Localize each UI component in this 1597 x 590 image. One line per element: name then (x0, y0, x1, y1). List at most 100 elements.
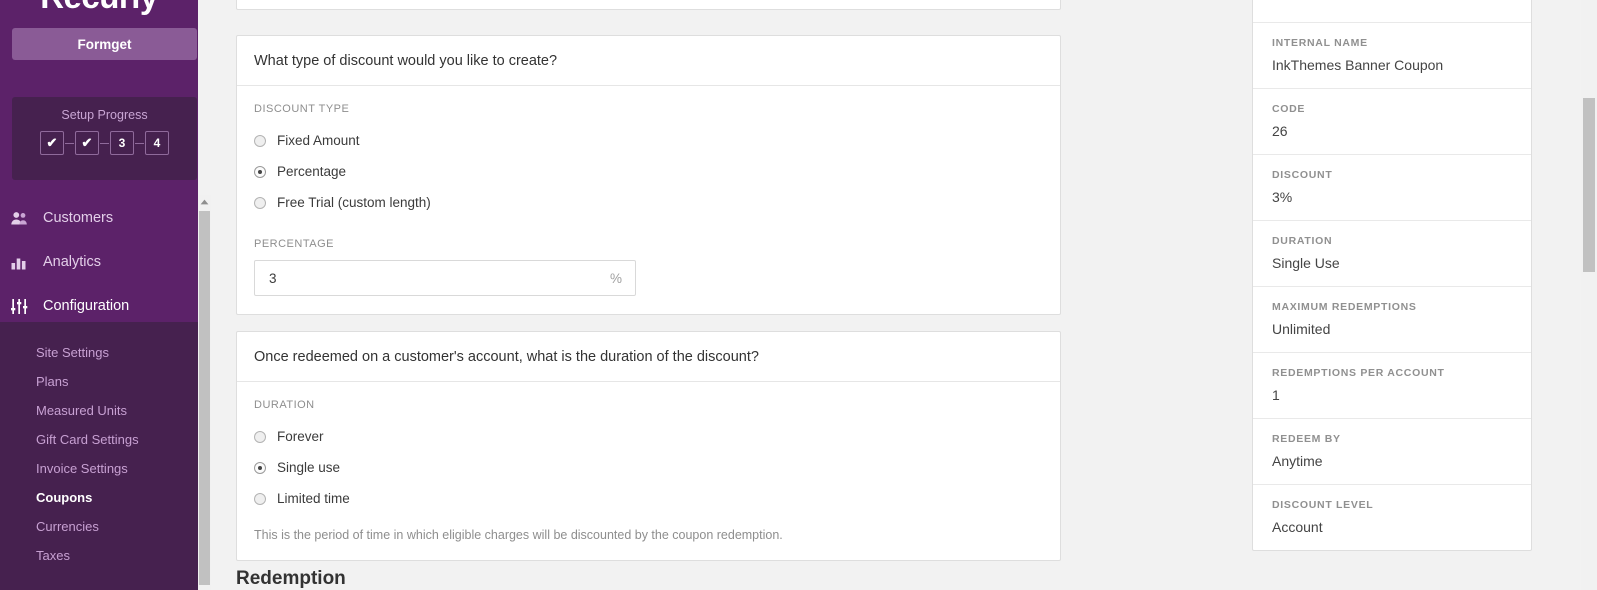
summary-value: Unlimited (1272, 321, 1331, 337)
radio-label: Percentage (277, 164, 347, 179)
percentage-input-wrapper[interactable]: % (254, 260, 636, 296)
radio-label: Single use (277, 460, 341, 475)
page-scrollbar[interactable] (1581, 0, 1597, 590)
summary-row-code: CODE 26 (1253, 89, 1531, 155)
page-scrollbar-thumb[interactable] (1583, 98, 1595, 272)
step-connector (135, 142, 144, 144)
summary-row-internal-name: INTERNAL NAME InkThemes Banner Coupon (1253, 23, 1531, 89)
sidebar-subitem-site-settings[interactable]: Site Settings (0, 338, 198, 367)
duration-help-text: This is the period of time in which elig… (254, 528, 783, 542)
sidebar-scrollbar-thumb[interactable] (199, 211, 210, 585)
redemption-section-heading: Redemption (236, 568, 346, 589)
main-content: What type of discount would you like to … (211, 0, 1240, 590)
summary-value: 3% (1272, 189, 1293, 205)
summary-value: Account (1272, 519, 1323, 535)
summary-row-duration: DURATION Single Use (1253, 221, 1531, 287)
setup-step-4[interactable]: 4 (145, 131, 169, 155)
coupon-summary-card: INTERNAL NAME InkThemes Banner Coupon CO… (1252, 0, 1532, 551)
radio-free-trial[interactable]: Free Trial (custom length) (254, 187, 1043, 218)
radio-icon[interactable] (254, 430, 266, 443)
radio-icon-selected[interactable] (254, 165, 266, 178)
discount-type-label: DISCOUNT TYPE (254, 103, 350, 115)
duration-card: Once redeemed on a customer's account, w… (236, 331, 1061, 561)
setup-step-3[interactable]: 3 (110, 131, 134, 155)
radio-label: Forever (277, 429, 324, 444)
setup-step-1[interactable]: ✔ (40, 131, 64, 155)
radio-fixed-amount[interactable]: Fixed Amount (254, 125, 1043, 156)
summary-row-maximum-redemptions: MAXIMUM REDEMPTIONS Unlimited (1253, 287, 1531, 353)
configuration-submenu: Site Settings Plans Measured Units Gift … (0, 322, 198, 590)
radio-limited-time[interactable]: Limited time (254, 483, 1043, 514)
summary-label: REDEMPTIONS PER ACCOUNT (1272, 367, 1445, 379)
sidebar-subitem-gift-card-settings[interactable]: Gift Card Settings (0, 425, 198, 454)
summary-row-discount-level: DISCOUNT LEVEL Account (1253, 485, 1531, 550)
right-panel: INTERNAL NAME InkThemes Banner Coupon CO… (1240, 0, 1597, 590)
percentage-input[interactable] (255, 261, 595, 295)
sidebar-subitem-currencies[interactable]: Currencies (0, 512, 198, 541)
radio-percentage[interactable]: Percentage (254, 156, 1043, 187)
app-root: Recurly Formget Setup Progress ✔ ✔ 3 4 (0, 0, 1597, 590)
radio-icon[interactable] (254, 134, 266, 147)
account-switcher-button[interactable]: Formget (12, 28, 197, 60)
radio-label: Free Trial (custom length) (277, 195, 431, 210)
radio-label: Fixed Amount (277, 133, 360, 148)
summary-value: InkThemes Banner Coupon (1272, 57, 1444, 73)
sidebar-subitem-taxes[interactable]: Taxes (0, 541, 198, 570)
sidebar-item-label: Customers (43, 210, 114, 226)
summary-label: REDEEM BY (1272, 433, 1341, 445)
radio-single-use[interactable]: Single use (254, 452, 1043, 483)
summary-value: Single Use (1272, 255, 1340, 271)
sidebar-subitem-coupons[interactable]: Coupons (0, 483, 198, 512)
radio-icon[interactable] (254, 492, 266, 505)
summary-value (1272, 0, 1512, 7)
discount-type-card: What type of discount would you like to … (236, 35, 1061, 315)
sliders-icon (11, 298, 35, 314)
sidebar-subitem-measured-units[interactable]: Measured Units (0, 396, 198, 425)
primary-nav: Customers Analytics Configuration (0, 196, 198, 328)
setup-progress-panel: Setup Progress ✔ ✔ 3 4 (12, 97, 197, 180)
summary-row-discount: DISCOUNT 3% (1253, 155, 1531, 221)
summary-value: 1 (1272, 387, 1280, 403)
sidebar-scrollbar[interactable] (198, 195, 211, 590)
brand-logo: Recurly (0, 0, 198, 16)
summary-row-partial (1253, 0, 1531, 23)
summary-row-redeem-by: REDEEM BY Anytime (1253, 419, 1531, 485)
summary-label: DISCOUNT (1272, 169, 1333, 181)
summary-label: CODE (1272, 103, 1306, 115)
radio-icon[interactable] (254, 196, 266, 209)
radio-label: Limited time (277, 491, 350, 506)
sidebar-subitem-invoice-settings[interactable]: Invoice Settings (0, 454, 198, 483)
step-connector (65, 142, 74, 144)
duration-label: DURATION (254, 399, 315, 411)
setup-progress-title: Setup Progress (61, 108, 148, 122)
sidebar-subitem-plans[interactable]: Plans (0, 367, 198, 396)
sidebar-item-analytics[interactable]: Analytics (0, 240, 198, 284)
summary-label: MAXIMUM REDEMPTIONS (1272, 301, 1417, 313)
discount-type-question: What type of discount would you like to … (237, 36, 1060, 86)
left-sidebar: Recurly Formget Setup Progress ✔ ✔ 3 4 (0, 0, 198, 590)
radio-icon-selected[interactable] (254, 461, 266, 474)
bar-chart-icon (11, 255, 35, 270)
summary-label: INTERNAL NAME (1272, 37, 1368, 49)
setup-step-2[interactable]: ✔ (75, 131, 99, 155)
summary-value: Anytime (1272, 453, 1323, 469)
radio-forever[interactable]: Forever (254, 421, 1043, 452)
setup-progress-steps: ✔ ✔ 3 4 (12, 131, 197, 155)
step-connector (100, 142, 109, 144)
summary-row-redemptions-per-account: REDEMPTIONS PER ACCOUNT 1 (1253, 353, 1531, 419)
percent-suffix-label: % (609, 270, 622, 286)
sidebar-item-customers[interactable]: Customers (0, 196, 198, 240)
sidebar-item-label: Configuration (43, 298, 130, 314)
summary-value: 26 (1272, 123, 1288, 139)
summary-label: DURATION (1272, 235, 1333, 247)
percentage-field-group: PERCENTAGE % (254, 238, 1043, 296)
users-icon (11, 211, 35, 225)
sidebar-item-label: Analytics (43, 254, 102, 270)
summary-label: DISCOUNT LEVEL (1272, 499, 1374, 511)
previous-card-partial (236, 0, 1061, 10)
discount-type-body: DISCOUNT TYPE Fixed Amount Percentage Fr… (237, 86, 1060, 314)
duration-question: Once redeemed on a customer's account, w… (237, 332, 1060, 382)
percentage-label: PERCENTAGE (254, 238, 334, 250)
duration-body: DURATION Forever Single use Limited time… (237, 382, 1060, 560)
scroll-up-arrow-icon[interactable] (198, 195, 211, 209)
